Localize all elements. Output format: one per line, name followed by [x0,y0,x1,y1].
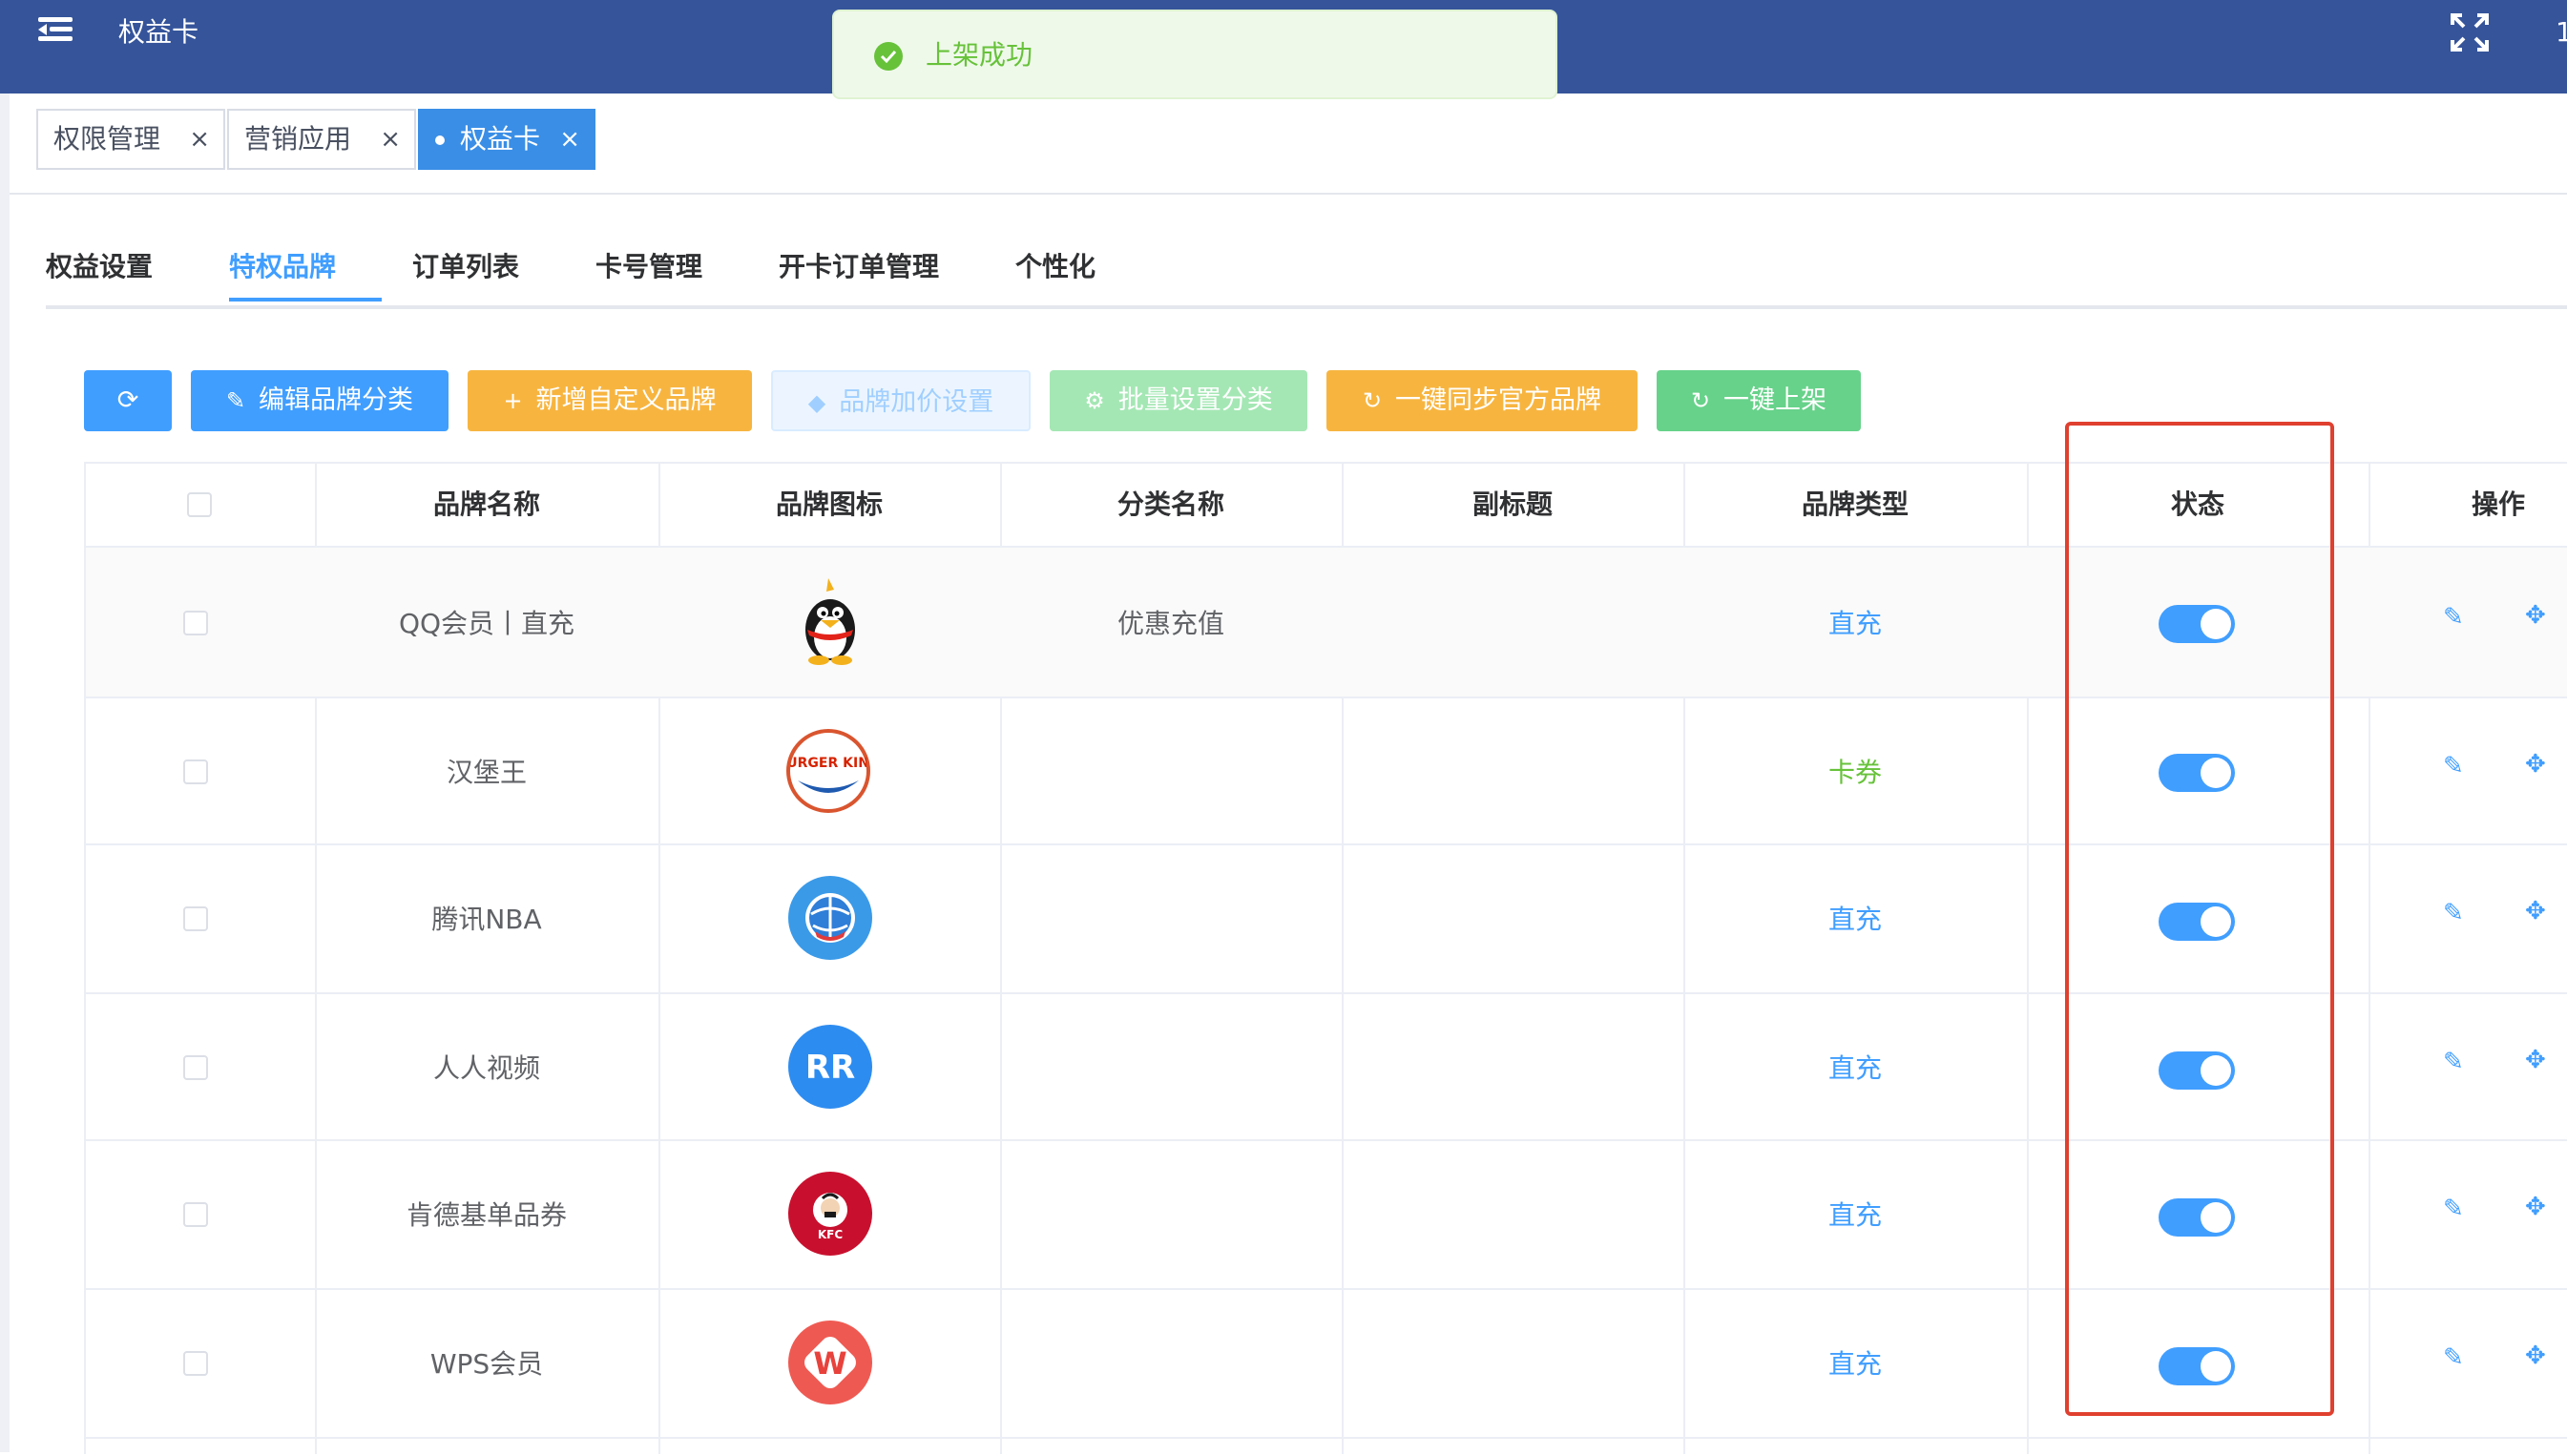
move-icon[interactable]: ✥ [2525,1342,2546,1370]
edit-icon[interactable]: ✎ [2443,899,2464,927]
brand-name: 人人视频 [432,1052,540,1084]
toast-message: 上架成功 [926,39,1033,71]
header-actions: 操作 [2472,489,2526,520]
active-dot-icon [435,135,445,145]
brand-type: 直充 [1827,608,1882,639]
header-brand-icon: 品牌图标 [775,489,883,520]
sync-icon: ↻ [1690,387,1711,414]
button-label: 一键上架 [1723,385,1827,415]
move-icon[interactable]: ✥ [2525,1046,2546,1074]
svg-text:W: W [813,1345,846,1382]
sync-icon: ↻ [1362,387,1383,414]
svg-text:BURGER KING: BURGER KING [790,756,866,771]
svg-text:RR: RR [805,1049,855,1087]
close-icon[interactable]: × [380,111,401,168]
button-label: 编辑品牌分类 [259,385,414,415]
edit-icon[interactable]: ✎ [2443,752,2464,780]
move-icon[interactable]: ✥ [2525,750,2546,779]
app-title: 权益卡 [118,16,199,48]
refresh-icon: ⟳ [116,385,139,415]
row-checkbox[interactable] [183,906,208,931]
tag-label: 营销应用 [244,123,352,155]
svg-text:KFC: KFC [818,1228,843,1241]
brand-name: QQ会员丨直充 [398,608,575,639]
category-name: 优惠充值 [1117,608,1224,639]
tencent-nba-logo [788,876,872,960]
hamburger-menu-icon[interactable] [38,15,73,44]
edit-icon: ✎ [225,387,246,414]
button-label: 一键同步官方品牌 [1395,385,1602,415]
sync-official-button[interactable]: ↻ 一键同步官方品牌 [1326,370,1638,431]
publish-all-button[interactable]: ↻ 一键上架 [1657,370,1861,431]
kfc-logo: KFC [788,1172,872,1256]
tags-view: 权限管理 × 营销应用 × 权益卡 × [10,94,2567,195]
tag-label: 权限管理 [53,123,161,155]
tab-benefit-settings[interactable]: 权益设置 [46,239,153,296]
brand-type: 直充 [1827,1348,1882,1380]
close-icon[interactable]: × [559,111,580,168]
edit-icon[interactable]: ✎ [2443,603,2464,632]
brand-type: 直充 [1827,1052,1882,1084]
batch-category-button[interactable]: ⚙ 批量设置分类 [1050,370,1307,431]
header-brand-type: 品牌类型 [1801,489,1909,520]
gear-icon: ⚙ [1084,387,1105,414]
brand-name: 汉堡王 [446,757,527,788]
table-row [86,1437,2567,1456]
check-circle-icon [874,42,903,71]
tag-benefit-card[interactable]: 权益卡 × [418,109,595,170]
row-checkbox[interactable] [183,1202,208,1227]
close-icon[interactable]: × [189,111,210,168]
tab-card-number[interactable]: 卡号管理 [595,239,702,296]
plus-icon: + [503,387,523,414]
tag-marketing[interactable]: 营销应用 × [227,109,416,170]
move-icon[interactable]: ✥ [2525,601,2546,630]
button-label: 品牌加价设置 [839,387,994,417]
fullscreen-icon[interactable] [2449,11,2491,53]
active-tab-indicator [229,298,382,302]
brand-type: 直充 [1827,1199,1882,1231]
tag-label: 权益卡 [460,123,541,155]
brand-type: 卡券 [1827,757,1882,788]
qq-penguin-logo [788,576,872,665]
add-custom-brand-button[interactable]: + 新增自定义品牌 [468,370,752,431]
header-brand-name: 品牌名称 [432,489,540,520]
tab-card-orders[interactable]: 开卡订单管理 [779,239,939,296]
button-label: 新增自定义品牌 [535,385,717,415]
row-checkbox[interactable] [183,1351,208,1376]
wps-logo: W [788,1321,872,1404]
edit-category-button[interactable]: ✎ 编辑品牌分类 [191,370,449,431]
move-icon[interactable]: ✥ [2525,1193,2546,1221]
move-icon[interactable]: ✥ [2525,897,2546,926]
edit-icon[interactable]: ✎ [2443,1048,2464,1076]
tag-permission[interactable]: 权限管理 × [36,109,225,170]
row-checkbox[interactable] [183,611,208,635]
user-menu-text[interactable]: 1 [2556,13,2567,52]
brand-name: 肯德基单品券 [406,1199,567,1231]
renren-video-logo: RR [788,1025,872,1109]
brand-type: 直充 [1827,904,1882,935]
tab-personalize[interactable]: 个性化 [1015,239,1096,296]
tab-order-list[interactable]: 订单列表 [412,239,519,296]
select-all-checkbox[interactable] [187,492,212,517]
refresh-button[interactable]: ⟳ [84,370,172,431]
row-checkbox[interactable] [183,759,208,784]
tabs: 权益设置 特权品牌 订单列表 卡号管理 开卡订单管理 个性化 [46,239,2567,309]
brand-markup-button[interactable]: ◆ 品牌加价设置 [771,370,1031,431]
header-subtitle: 副标题 [1471,489,1553,520]
edit-icon[interactable]: ✎ [2443,1195,2464,1223]
header-category: 分类名称 [1117,489,1224,520]
sidebar-edge [0,94,10,1452]
brand-name: 腾讯NBA [431,904,542,935]
brand-name: WPS会员 [429,1348,544,1380]
success-toast: 上架成功 [832,10,1557,99]
status-column-highlight [2065,422,2334,1416]
diamond-icon: ◆ [807,389,826,416]
tab-privilege-brands[interactable]: 特权品牌 [229,239,336,296]
row-checkbox[interactable] [183,1055,208,1080]
burger-king-logo: BURGER KING [777,729,880,813]
button-label: 批量设置分类 [1117,385,1273,415]
edit-icon[interactable]: ✎ [2443,1343,2464,1372]
